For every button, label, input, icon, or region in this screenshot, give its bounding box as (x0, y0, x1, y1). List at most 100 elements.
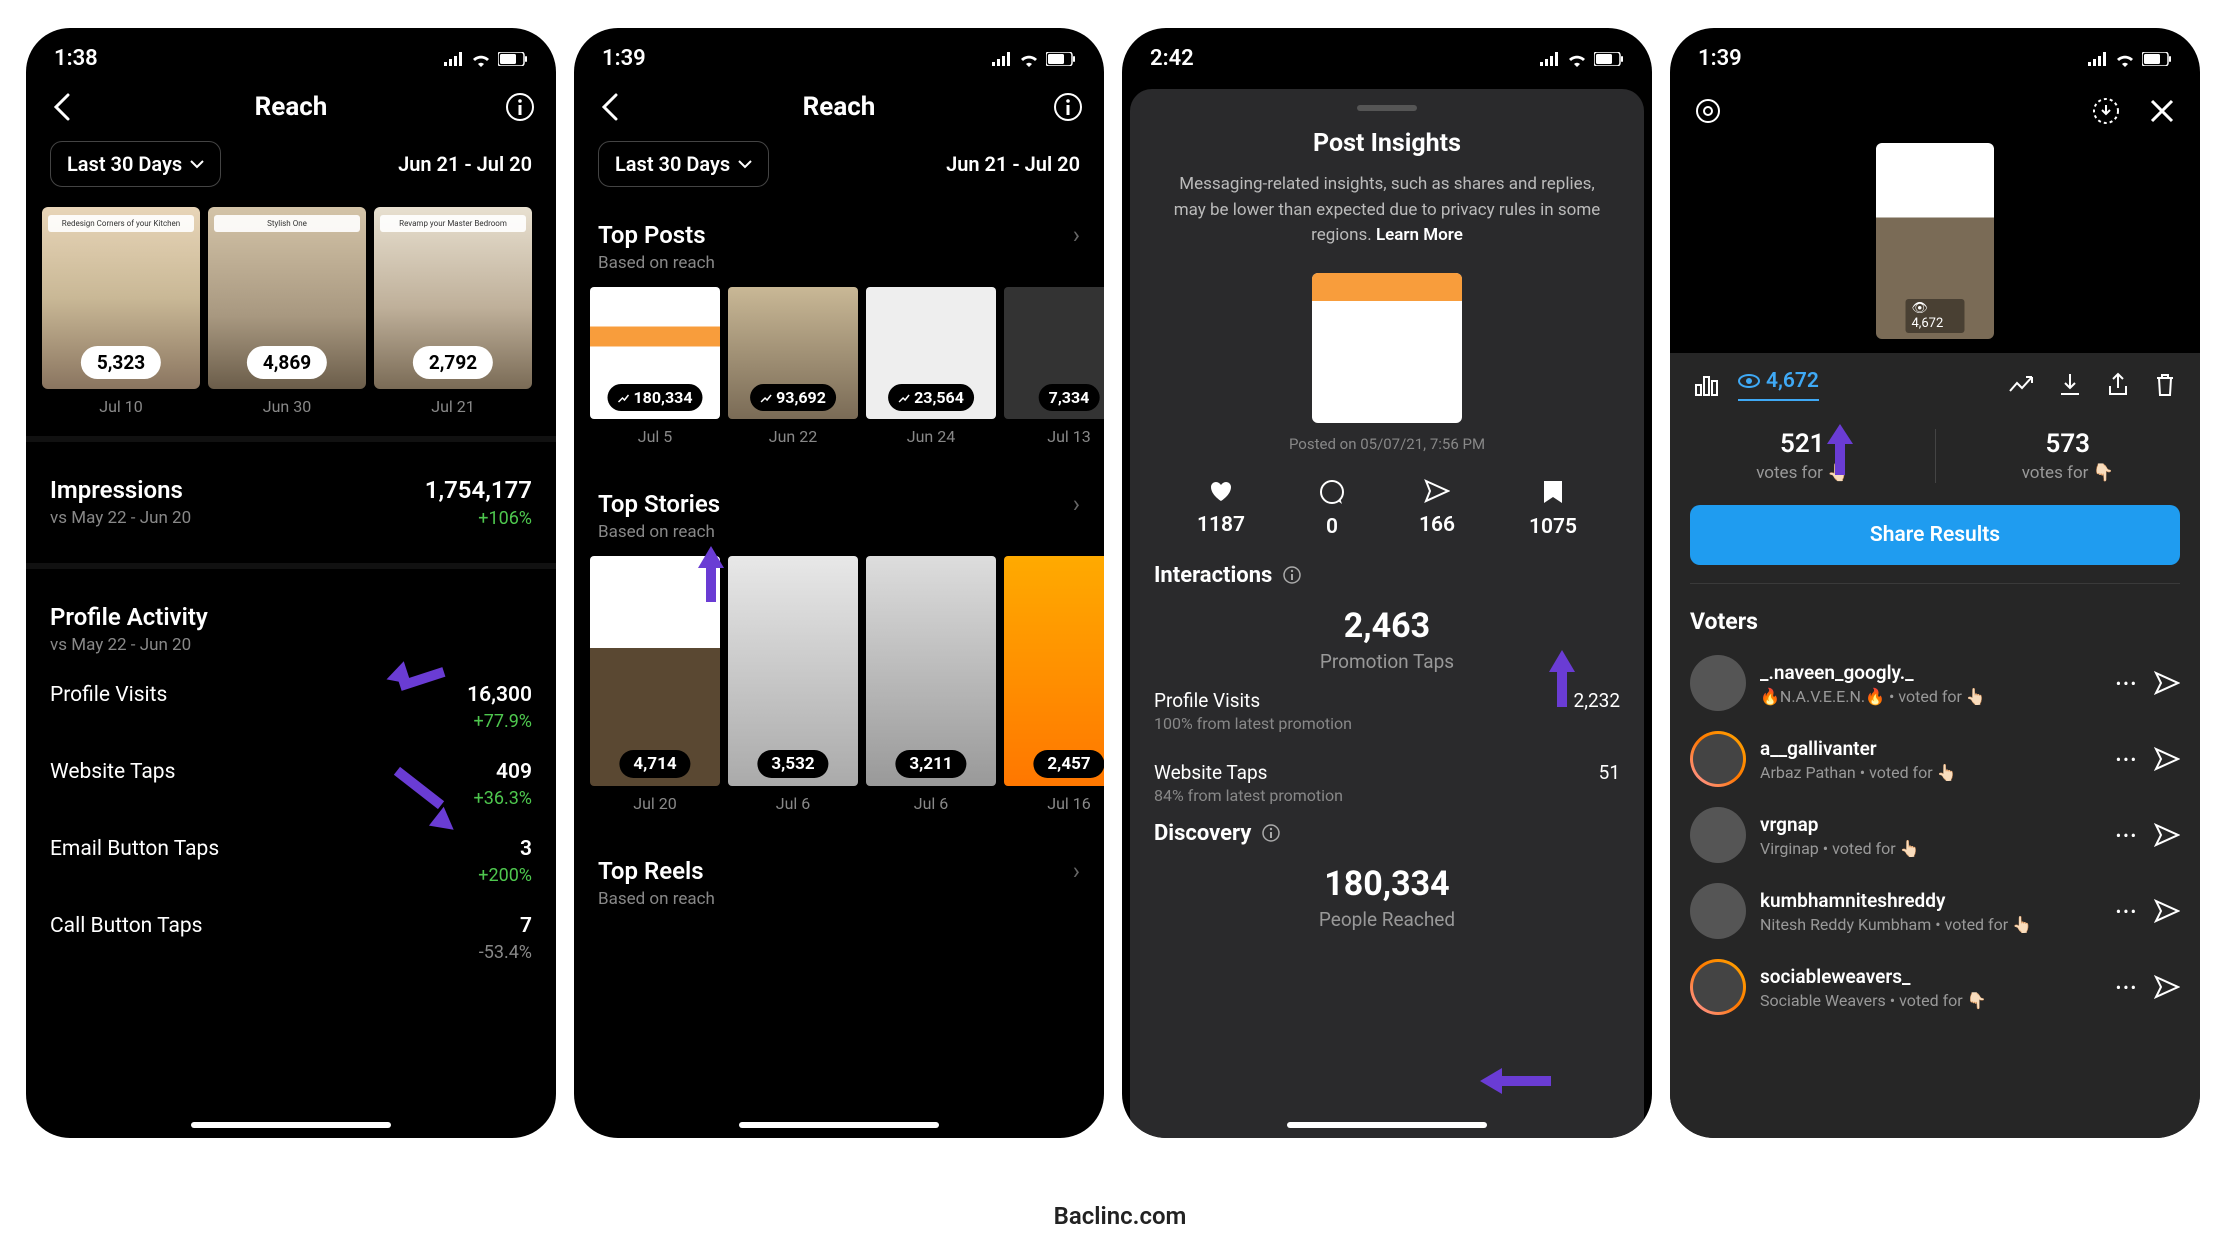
profile-visits-row: Profile Visits2,232 (1130, 677, 1644, 714)
voter-username: kumbhamniteshreddy (1760, 889, 2102, 912)
settings-button[interactable] (1690, 93, 1726, 129)
profile-visits-row: Profile Visits16,300+77.9% (26, 669, 556, 746)
posted-date: Posted on 05/07/21, 7:56 PM (1130, 435, 1644, 453)
privacy-notice: Messaging-related insights, such as shar… (1130, 172, 1644, 273)
chevron-right-icon: › (1073, 221, 1080, 249)
story-preview[interactable]: 👁 4,672 (1876, 143, 1994, 339)
trend-icon (617, 392, 629, 404)
nav-header: Reach (26, 79, 556, 141)
share-results-button[interactable]: Share Results (1690, 505, 2180, 565)
date-filter-dropdown[interactable]: Last 30 Days (50, 141, 221, 187)
thumbnail[interactable]: Stylish One4,869Jun 30 (208, 207, 366, 416)
signal-icon (444, 52, 464, 66)
post-thumb[interactable]: 180,334Jul 5 (590, 287, 720, 446)
thumbnail[interactable]: Redesign Corners of your Kitchen5,323Jul… (42, 207, 200, 416)
back-button[interactable] (44, 89, 80, 125)
share-out-icon[interactable] (2106, 372, 2130, 398)
send-icon[interactable] (2154, 747, 2180, 771)
content: Redesign Corners of your Kitchen5,323Jul… (26, 207, 556, 1138)
results-panel: 4,672 521votes for 👆🏻 573votes for 👇🏻 Sh… (1670, 353, 2200, 1138)
info-button[interactable] (1050, 89, 1086, 125)
thumbnail[interactable]: Revamp your Master Bedroom2,792Jul 21 (374, 207, 532, 416)
trash-icon[interactable] (2154, 372, 2176, 398)
send-icon[interactable] (2154, 975, 2180, 999)
close-button[interactable] (2144, 93, 2180, 129)
interactions-header: Interactions (1130, 563, 1644, 596)
post-preview[interactable] (1312, 273, 1462, 423)
post-thumb[interactable]: 23,564Jun 24 (866, 287, 996, 446)
save-icon (1542, 479, 1564, 505)
date-range: Jun 21 - Jul 20 (398, 152, 532, 176)
thumbnails-row[interactable]: Redesign Corners of your Kitchen5,323Jul… (26, 207, 556, 416)
votes-row: 521votes for 👆🏻 573votes for 👇🏻 (1670, 411, 2200, 505)
voter-username: a__gallivanter (1760, 737, 2102, 760)
story-thumb[interactable]: 4,714Jul 20 (590, 556, 720, 813)
post-thumb[interactable]: 93,692Jun 22 (728, 287, 858, 446)
voter-row[interactable]: a__gallivanter Arbaz Pathan • voted for 👆… (1670, 721, 2200, 797)
voter-row[interactable]: sociableweavers_ Sociable Weavers • voted… (1670, 949, 2200, 1025)
send-icon[interactable] (2154, 671, 2180, 695)
phone-reach-1: 1:38 Reach Last 30 Days Jun 21 - Jul 20 … (26, 28, 556, 1138)
footer-credit: Baclinc.com (1054, 1202, 1187, 1230)
send-icon[interactable] (2154, 823, 2180, 847)
views-count[interactable]: 4,672 (1766, 369, 1819, 393)
learn-more-link[interactable]: Learn More (1376, 225, 1463, 245)
email-taps-row: Email Button Taps3+200% (26, 823, 556, 900)
voter-row[interactable]: _.naveen_googly._🔥N.A.V.E.E.N.🔥 • voted … (1670, 645, 2200, 721)
sheet-title: Post Insights (1130, 129, 1644, 158)
voter-detail: Virginap • voted for 👆🏻 (1760, 839, 2102, 858)
voter-row[interactable]: vrgnapVirginap • voted for 👆🏻••• (1670, 797, 2200, 873)
more-icon[interactable]: ••• (2116, 978, 2138, 997)
date-filter-dropdown[interactable]: Last 30 Days (598, 141, 769, 187)
impressions-row: Impressionsvs May 22 - Jun 20 1,754,177+… (26, 462, 556, 543)
voter-detail: Nitesh Reddy Kumbham • voted for 👆🏻 (1760, 915, 2102, 934)
back-button[interactable] (592, 89, 628, 125)
story-thumb[interactable]: 3,532Jul 6 (728, 556, 858, 813)
voters-title: Voters (1670, 594, 2200, 645)
phone-story-results: 1:39 👁 4,672 4,672 521votes for 👆🏻 573vo… (1670, 28, 2200, 1138)
top-stories-header[interactable]: Top Stories› (574, 476, 1104, 522)
voter-row[interactable]: kumbhamniteshreddy Nitesh Reddy Kumbham •… (1670, 873, 2200, 949)
info-icon[interactable] (1282, 565, 1302, 585)
more-icon[interactable]: ••• (2116, 902, 2138, 921)
eye-icon (1738, 373, 1760, 389)
save-button[interactable] (2088, 93, 2124, 129)
chevron-down-icon (190, 159, 204, 169)
avatar[interactable] (1690, 807, 1746, 863)
story-thumb[interactable]: 2,457Jul 16 (1004, 556, 1104, 813)
avatar[interactable] (1690, 731, 1746, 787)
call-taps-row: Call Button Taps7-53.4% (26, 900, 556, 977)
top-stories-row[interactable]: 4,714Jul 20 3,532Jul 6 3,211Jul 6 2,457J… (574, 556, 1104, 813)
chart-icon[interactable] (1694, 373, 1720, 397)
info-button[interactable] (502, 89, 538, 125)
status-icons (444, 51, 528, 67)
home-indicator (191, 1122, 391, 1128)
website-taps-row: Website Taps51 (1130, 749, 1644, 786)
more-icon[interactable]: ••• (2116, 674, 2138, 693)
filter-row: Last 30 Days Jun 21 - Jul 20 (26, 141, 556, 207)
top-posts-row[interactable]: 180,334Jul 5 93,692Jun 22 23,564Jun 24 7… (574, 287, 1104, 446)
trend-icon[interactable] (2008, 375, 2034, 395)
top-reels-header[interactable]: Top Reels› (574, 843, 1104, 889)
voter-detail: Sociable Weavers • voted for 👇🏻 (1760, 991, 2102, 1010)
download-icon[interactable] (2058, 372, 2082, 398)
avatar[interactable] (1690, 655, 1746, 711)
engagement-row: 1187 0 166 1075 (1130, 479, 1644, 563)
page-title: Reach (80, 92, 502, 122)
more-icon[interactable]: ••• (2116, 826, 2138, 845)
avatar[interactable] (1690, 959, 1746, 1015)
voter-username: sociableweavers_ (1760, 965, 2102, 988)
sheet-handle[interactable] (1357, 105, 1417, 111)
phone-post-insights: 2:42 Post Insights Messaging-related ins… (1122, 28, 1652, 1138)
top-posts-header[interactable]: Top Posts› (574, 207, 1104, 253)
voters-list[interactable]: _.naveen_googly._🔥N.A.V.E.E.N.🔥 • voted … (1670, 645, 2200, 1025)
post-thumb[interactable]: 7,334Jul 13 (1004, 287, 1104, 446)
voter-detail: Arbaz Pathan • voted for 👆🏻 (1760, 763, 2102, 782)
insights-sheet: Post Insights Messaging-related insights… (1130, 89, 1644, 1138)
more-icon[interactable]: ••• (2116, 750, 2138, 769)
status-bar: 1:38 (26, 28, 556, 79)
avatar[interactable] (1690, 883, 1746, 939)
story-header (1670, 79, 2200, 143)
send-icon[interactable] (2154, 899, 2180, 923)
story-thumb[interactable]: 3,211Jul 6 (866, 556, 996, 813)
